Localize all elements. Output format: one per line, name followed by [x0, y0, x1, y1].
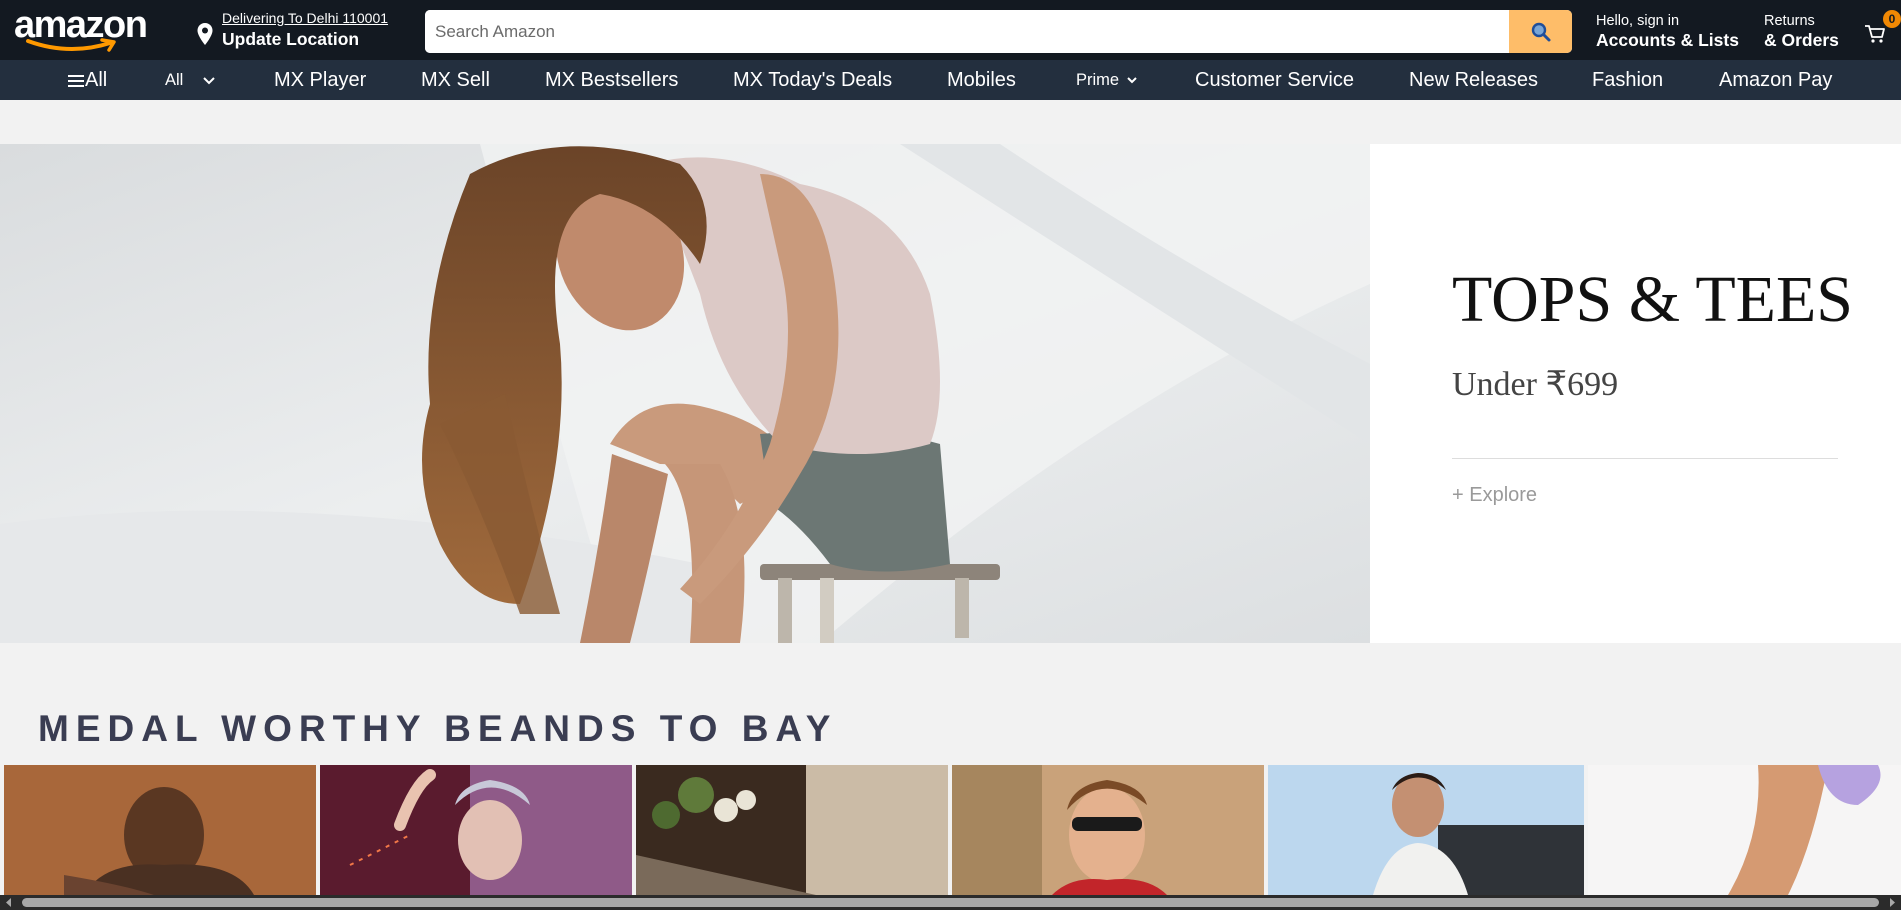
- brand-tile[interactable]: [320, 765, 632, 895]
- hero-banner-image[interactable]: [0, 144, 1370, 643]
- brand-tile[interactable]: [1588, 765, 1901, 895]
- cart-button[interactable]: 0: [1864, 10, 1901, 50]
- location-label: Delivering To Delhi 110001: [222, 10, 389, 26]
- account-greeting: Hello, sign in: [1596, 13, 1680, 29]
- hero-model-illustration: [0, 144, 1370, 643]
- amazon-logo[interactable]: amazon: [14, 4, 160, 54]
- returns-orders[interactable]: Returns & Orders: [1764, 13, 1864, 51]
- scroll-left-arrow-icon[interactable]: [3, 897, 15, 908]
- secondary-navigation: All All MX Player MX Sell MX Bestsellers…: [0, 60, 1901, 100]
- prime-label: Prime: [1076, 71, 1120, 89]
- hamburger-menu-icon: [68, 74, 84, 87]
- location-pin-icon: [197, 23, 213, 45]
- scrollbar-thumb[interactable]: [22, 898, 1879, 907]
- nav-item-amazon-pay[interactable]: Amazon Pay: [1719, 60, 1832, 100]
- search-input[interactable]: [425, 10, 1509, 53]
- nav-item-mx-player[interactable]: MX Player: [274, 60, 366, 100]
- update-location-link[interactable]: Update Location: [222, 29, 359, 50]
- logo-smile-icon: [26, 38, 116, 52]
- search-button[interactable]: [1509, 10, 1572, 53]
- brand-tile-image: [4, 765, 316, 895]
- chevron-down-icon: [203, 76, 215, 85]
- nav-item-customer-service[interactable]: Customer Service: [1195, 60, 1354, 100]
- explore-link[interactable]: + Explore: [1452, 484, 1537, 507]
- nav-item-prime[interactable]: Prime: [1076, 60, 1138, 100]
- accounts-lists-label: Accounts & Lists: [1596, 30, 1739, 50]
- search-icon: [1531, 22, 1550, 41]
- brand-tile[interactable]: [636, 765, 948, 895]
- nav-item-fashion[interactable]: Fashion: [1592, 60, 1663, 100]
- all-dropdown-label: All: [165, 71, 184, 89]
- hero-price-subtitle: Under ₹699: [1452, 366, 1619, 403]
- horizontal-scrollbar[interactable]: [0, 895, 1901, 910]
- brand-tile[interactable]: [952, 765, 1264, 895]
- brand-tile-image: [320, 765, 632, 895]
- account-menu[interactable]: Hello, sign in Accounts & Lists: [1596, 13, 1746, 51]
- brand-tiles-row: [4, 765, 1901, 895]
- orders-label: & Orders: [1764, 30, 1839, 50]
- brand-tile-image: [636, 765, 948, 895]
- chevron-down-icon: [1126, 77, 1137, 84]
- nav-item-mobiles[interactable]: Mobiles: [947, 60, 1016, 100]
- nav-item-mx-bestsellers[interactable]: MX Bestsellers: [545, 60, 678, 100]
- brand-tile[interactable]: [4, 765, 316, 895]
- delivery-location[interactable]: Delivering To Delhi 110001 Update Locati…: [196, 10, 401, 52]
- brand-tile[interactable]: [1268, 765, 1584, 895]
- top-navigation-bar: amazon Delivering To Delhi 110001 Update…: [0, 0, 1901, 60]
- all-menu-label: All: [85, 69, 108, 91]
- scroll-right-arrow-icon[interactable]: [1886, 897, 1898, 908]
- brand-tile-image: [1588, 765, 1901, 895]
- brand-tile-image: [1268, 765, 1584, 895]
- hero-promo-panel: TOPS & TEES Under ₹699 + Explore: [1370, 144, 1901, 643]
- hero-divider: [1452, 458, 1838, 459]
- returns-label: Returns: [1764, 13, 1815, 29]
- nav-item-new-releases[interactable]: New Releases: [1409, 60, 1538, 100]
- cart-icon: [1865, 25, 1885, 43]
- nav-item-mx-todays-deals[interactable]: MX Today's Deals: [733, 60, 892, 100]
- section-title: MEDAL WORTHY BEANDS TO BAY: [38, 708, 838, 749]
- search-bar: [425, 10, 1572, 53]
- nav-item-mx-sell[interactable]: MX Sell: [421, 60, 490, 100]
- hero-title: TOPS & TEES: [1452, 263, 1853, 336]
- all-menu-button[interactable]: All: [68, 60, 107, 100]
- all-categories-dropdown[interactable]: All: [165, 60, 216, 100]
- brand-tile-image: [952, 765, 1264, 895]
